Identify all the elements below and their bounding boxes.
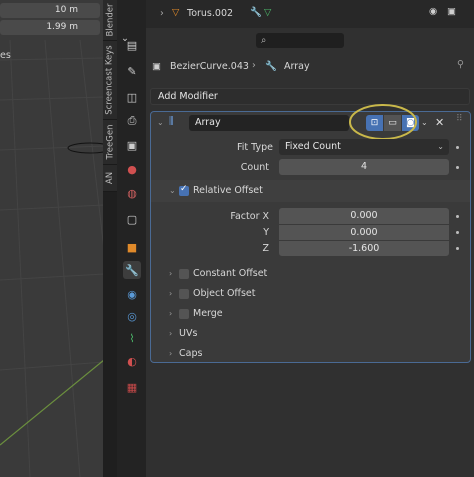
outliner-item-label[interactable]: Torus.002	[187, 8, 233, 19]
constant-offset-checkbox[interactable]	[179, 269, 189, 279]
expand-chevron-icon[interactable]: ›	[160, 8, 164, 19]
tab-treegen[interactable]: TreeGen	[103, 120, 117, 165]
array-modifier-panel: ⌄ ⫼ Array ⊡ ▭ ◙ ⌄ ✕ ⠿ Fit Type Fixed Cou…	[150, 104, 471, 364]
3d-viewport[interactable]: 10 m 1.99 m es	[0, 0, 104, 477]
factor-y-field[interactable]: 0.000	[279, 224, 449, 240]
array-modifier-icon: ⫼	[169, 116, 174, 127]
modifier-name-input[interactable]: Array	[189, 115, 349, 131]
visibility-eye-icon[interactable]: ◉	[429, 6, 437, 17]
merge-header[interactable]: › Merge	[151, 304, 470, 324]
merge-label: Merge	[193, 308, 223, 319]
collapse-chevron-icon[interactable]: ⌄	[157, 118, 164, 127]
tab-an[interactable]: AN	[103, 165, 117, 192]
modifier-wrench-icon: 🔧	[265, 61, 277, 72]
tab-screencast-keys[interactable]: Screencast Keys	[103, 41, 117, 120]
keyframe-dot[interactable]	[456, 146, 459, 149]
count-label: Count	[240, 162, 269, 173]
merge-checkbox[interactable]	[179, 309, 189, 319]
particles-icon[interactable]: ◉	[123, 285, 141, 303]
render-icon[interactable]: ◫	[123, 88, 141, 106]
modifier-wrench-icon[interactable]: 🔧	[123, 261, 141, 279]
object-offset-checkbox[interactable]	[179, 289, 189, 299]
outliner: › ▽ Torus.002 🔧 ▽ ◉ ▣	[146, 0, 474, 28]
fit-type-label: Fit Type	[237, 142, 273, 153]
fit-type-dropdown[interactable]: Fixed Count ⌄	[279, 139, 449, 155]
viewport-field-1[interactable]: 10 m	[0, 3, 100, 18]
object-icon[interactable]: ■	[123, 238, 141, 256]
factor-x-label: Factor X	[230, 211, 269, 222]
breadcrumb-chevron-icon: ›	[252, 60, 256, 71]
viewport-field-2[interactable]: 1.99 m	[0, 20, 100, 35]
pin-icon[interactable]: ⚲	[457, 59, 464, 70]
constraints-icon[interactable]: ⌇	[123, 329, 141, 347]
viewport-side-label: es	[0, 50, 11, 61]
check-icon: ✓	[180, 184, 188, 194]
expand-chevron-icon: ›	[169, 329, 173, 338]
factor-y-label: Y	[263, 227, 269, 238]
uvs-header[interactable]: › UVs	[151, 324, 470, 344]
tool-icon[interactable]: ✎	[123, 62, 141, 80]
remove-modifier-close-icon[interactable]: ✕	[435, 116, 444, 129]
modifier-menu-chevron-icon[interactable]: ⌄	[421, 118, 428, 127]
factor-z-label: Z	[262, 243, 269, 254]
sidebar-tabs: Blender Screencast Keys TreeGen AN	[103, 0, 117, 477]
expand-chevron-icon[interactable]: ⌄	[169, 186, 176, 195]
factor-x-field[interactable]: 0.000	[279, 208, 449, 224]
torus-object-icon: ▽	[172, 7, 180, 18]
collection-icon[interactable]: ▢	[123, 210, 141, 228]
breadcrumb-modifier: Array	[284, 61, 310, 72]
constant-offset-header[interactable]: › Constant Offset	[151, 264, 470, 284]
expand-chevron-icon: ›	[169, 349, 173, 358]
caps-header[interactable]: › Caps	[151, 344, 470, 364]
keyframe-dot[interactable]	[456, 215, 459, 218]
texture-icon[interactable]: ▦	[123, 378, 141, 396]
editor-menu-icon[interactable]: ⌄	[121, 33, 129, 44]
breadcrumb-object: BezierCurve.043	[170, 61, 249, 72]
fit-type-value: Fixed Count	[285, 141, 341, 152]
scene-icon[interactable]: ●	[123, 160, 141, 178]
uvs-label: UVs	[179, 328, 198, 339]
constant-offset-label: Constant Offset	[193, 268, 268, 279]
drag-handle-icon[interactable]: ⠿	[456, 114, 463, 124]
relative-offset-checkbox[interactable]: ✓	[179, 184, 189, 196]
viewport-grid	[0, 39, 104, 477]
expand-chevron-icon: ›	[169, 269, 173, 278]
properties-tab-column: ▤ ✎ ◫ ⎙ ▣ ● ◍ ▢ ■ 🔧 ◉ ◎ ⌇ ◐ ▦	[117, 0, 146, 477]
caps-label: Caps	[179, 348, 203, 359]
render-camera-icon[interactable]: ▣	[447, 6, 456, 17]
count-field[interactable]: 4	[279, 159, 449, 175]
modifier-wrench-icon: 🔧	[250, 7, 262, 18]
dropdown-chevron-icon: ⌄	[437, 142, 444, 151]
search-icon: ⌕	[261, 35, 267, 46]
factor-z-field[interactable]: -1.600	[279, 240, 449, 256]
relative-offset-header[interactable]: ⌄ ✓ Relative Offset	[151, 180, 470, 202]
highlight-circle	[349, 104, 417, 140]
world-icon[interactable]: ◍	[123, 184, 141, 202]
object-offset-header[interactable]: › Object Offset	[151, 284, 470, 304]
tab-blender[interactable]: Blender	[103, 0, 117, 41]
data-icon[interactable]: ◐	[123, 352, 141, 370]
keyframe-dot[interactable]	[456, 231, 459, 234]
keyframe-dot[interactable]	[456, 166, 459, 169]
keyframe-dot[interactable]	[456, 247, 459, 250]
relative-offset-label: Relative Offset	[193, 185, 263, 196]
curve-object-icon: ▣	[152, 61, 161, 72]
object-offset-label: Object Offset	[193, 288, 256, 299]
search-input[interactable]: ⌕	[256, 33, 344, 48]
view-layer-icon[interactable]: ▣	[123, 136, 141, 154]
expand-chevron-icon: ›	[169, 309, 173, 318]
add-modifier-button[interactable]: Add Modifier	[150, 88, 470, 105]
expand-chevron-icon: ›	[169, 289, 173, 298]
mesh-data-icon: ▽	[264, 7, 272, 18]
output-icon[interactable]: ⎙	[123, 112, 141, 130]
physics-icon[interactable]: ◎	[123, 307, 141, 325]
properties-editor: ⌄ ⌕ ▣ BezierCurve.043 › 🔧 Array ⚲ Add Mo…	[121, 28, 474, 477]
